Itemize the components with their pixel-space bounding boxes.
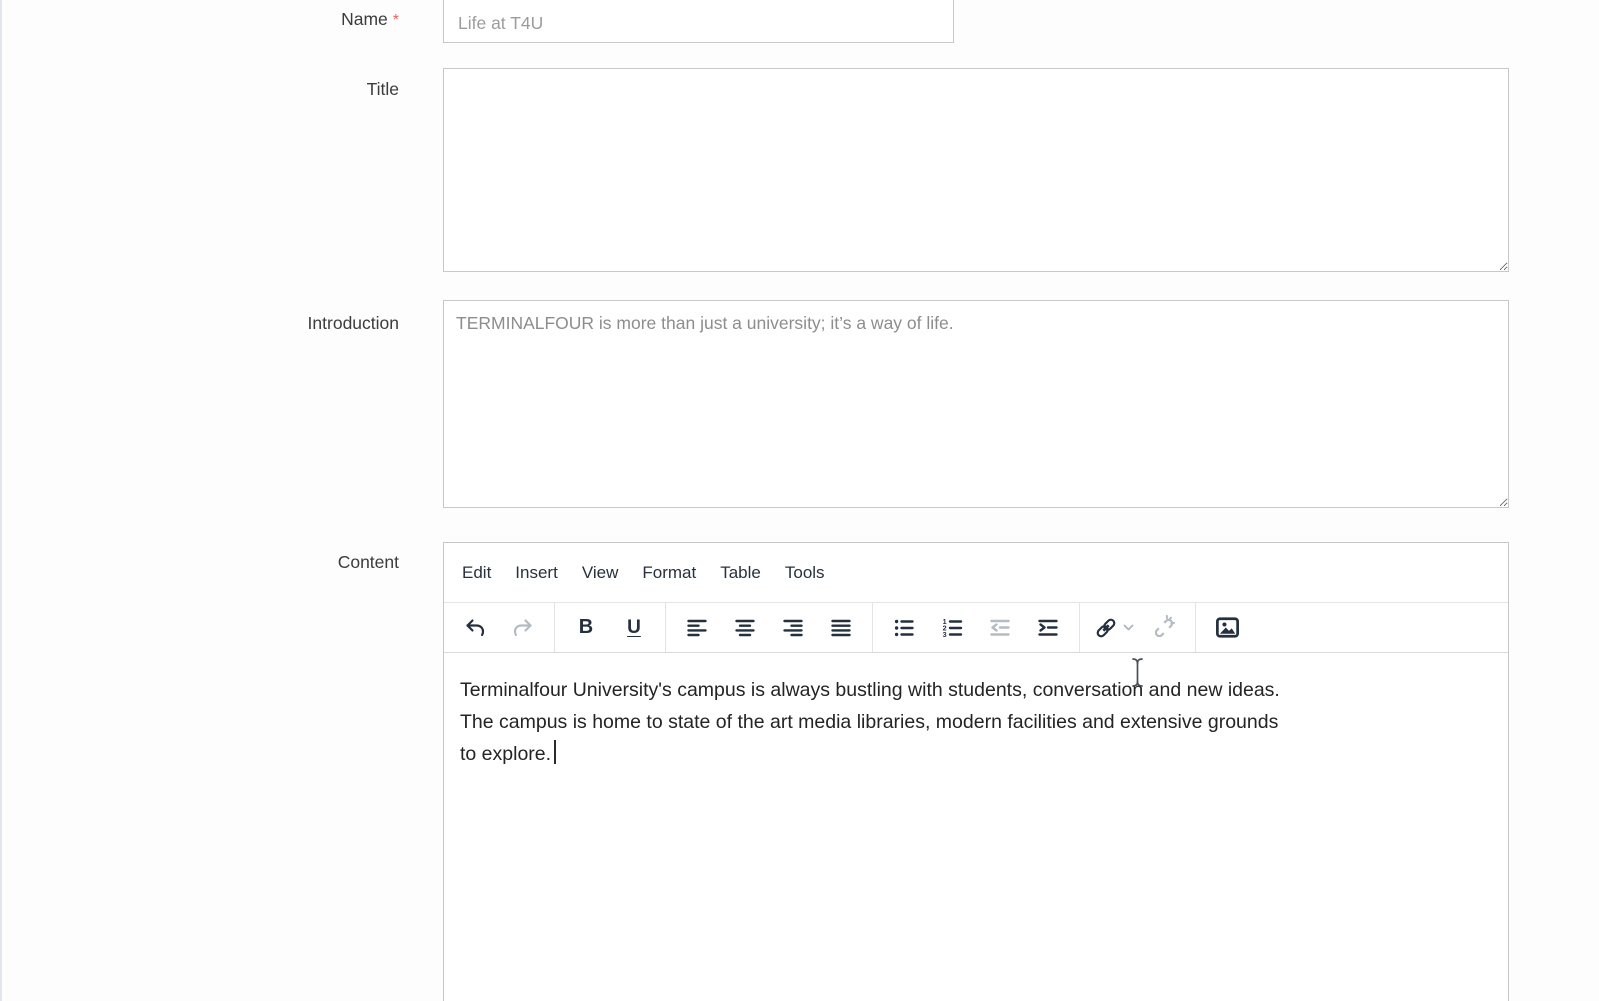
menu-insert[interactable]: Insert (503, 563, 570, 583)
introduction-textarea[interactable]: TERMINALFOUR is more than just a univers… (443, 300, 1509, 508)
introduction-label-text: Introduction (308, 313, 399, 333)
underline-icon: U (627, 617, 641, 639)
align-left-button[interactable] (679, 610, 715, 646)
insert-image-button[interactable] (1209, 610, 1245, 646)
remove-link-button[interactable] (1146, 610, 1182, 646)
align-right-button[interactable] (775, 610, 811, 646)
editor-menubar: Edit Insert View Format Table Tools (444, 543, 1508, 603)
ibeam-cursor (1130, 657, 1145, 688)
content-text-line: Terminalfour University's campus is alwa… (460, 674, 1492, 706)
introduction-field-label: Introduction (2, 313, 399, 334)
indent-icon (1036, 616, 1060, 640)
undo-icon (463, 616, 487, 640)
align-justify-icon (829, 616, 853, 640)
menu-table[interactable]: Table (708, 563, 773, 583)
name-field-label: Name * (2, 9, 399, 30)
title-label-text: Title (367, 79, 399, 99)
name-input[interactable] (443, 0, 954, 43)
title-textarea[interactable] (443, 68, 1509, 272)
editor-content-area[interactable]: Terminalfour University's campus is alwa… (444, 653, 1508, 791)
redo-icon (511, 616, 535, 640)
bold-button[interactable]: B (568, 610, 604, 646)
indent-button[interactable] (1030, 610, 1066, 646)
outdent-button[interactable] (982, 610, 1018, 646)
insert-link-button[interactable] (1093, 610, 1134, 646)
text-caret (554, 740, 556, 764)
redo-button[interactable] (505, 610, 541, 646)
title-field-label: Title (2, 79, 399, 100)
link-icon (1093, 615, 1119, 641)
menu-edit[interactable]: Edit (450, 563, 503, 583)
align-right-icon (781, 616, 805, 640)
align-center-button[interactable] (727, 610, 763, 646)
unlink-icon (1151, 615, 1177, 641)
bullet-list-button[interactable] (886, 610, 922, 646)
outdent-icon (988, 616, 1012, 640)
menu-format[interactable]: Format (630, 563, 708, 583)
rich-text-editor: Edit Insert View Format Table Tools (443, 542, 1509, 1001)
image-icon (1214, 614, 1241, 641)
content-label-text: Content (338, 552, 399, 572)
content-text-line: to explore. (460, 738, 1492, 770)
align-justify-button[interactable] (823, 610, 859, 646)
content-text-line: The campus is home to state of the art m… (460, 706, 1492, 738)
align-left-icon (685, 616, 709, 640)
align-center-icon (733, 616, 757, 640)
name-label-text: Name (341, 9, 388, 29)
bold-icon: B (579, 616, 593, 639)
chevron-down-icon (1123, 624, 1134, 631)
bullet-list-icon (892, 616, 916, 640)
numbered-list-button[interactable]: 123 (934, 610, 970, 646)
menu-view[interactable]: View (570, 563, 631, 583)
content-field-label: Content (2, 552, 399, 573)
numbered-list-icon: 123 (940, 616, 964, 640)
menu-tools[interactable]: Tools (773, 563, 837, 583)
svg-text:3: 3 (943, 630, 947, 639)
editor-toolbar: B U (444, 603, 1508, 653)
required-marker: * (393, 12, 399, 29)
underline-button[interactable]: U (616, 610, 652, 646)
undo-button[interactable] (457, 610, 493, 646)
